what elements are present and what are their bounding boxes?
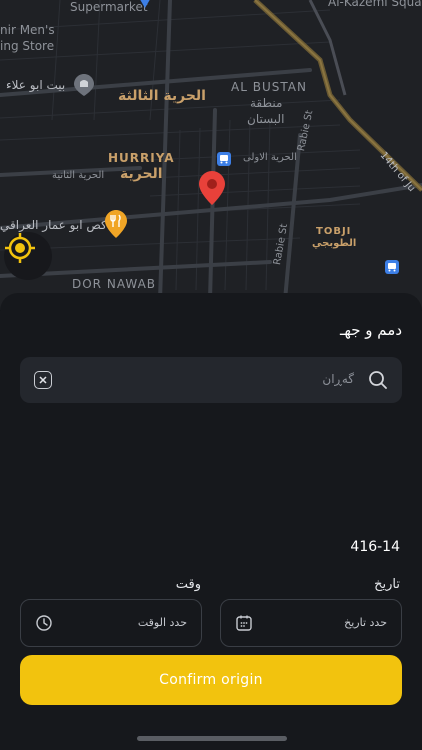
sheet-title: دمم و جهـ (339, 321, 402, 339)
bottom-sheet: دمم و جهـ گەڕان 416-14 تاريخ وقت حدد تار… (0, 293, 422, 750)
map-label-tobji-en: TOBJI (316, 226, 352, 237)
search-input[interactable]: گەڕان (20, 357, 402, 403)
current-location-button[interactable] (4, 232, 52, 280)
plate-number: 416-14 (350, 539, 400, 555)
map-view[interactable]: Supermarket nir Men's ing Store Al-Kazem… (0, 0, 422, 310)
fork-knife-icon (105, 210, 127, 238)
crosshair-location-icon (5, 233, 35, 263)
clear-icon[interactable] (34, 371, 52, 389)
shop-marker-icon (140, 0, 150, 8)
bus-stop-icon (385, 260, 399, 274)
calendar-icon (235, 614, 253, 636)
map-roads (0, 0, 422, 302)
map-pin-icon[interactable] (199, 171, 225, 205)
bus-stop-icon (217, 152, 231, 166)
map-label-hurriya-first: الحرية الاولى (243, 152, 297, 163)
map-label-hurriya-second: الحرية الثانية (52, 170, 105, 181)
confirm-origin-button[interactable]: Confirm origin (20, 655, 402, 705)
map-label-mens-store-2: ing Store (0, 39, 55, 53)
map-label-hurriya-ar: الحرية (120, 166, 163, 182)
home-indicator (137, 736, 287, 741)
search-placeholder: گەڕان (322, 372, 354, 386)
map-label-kazemi: Al-Kazemi Squa (328, 0, 422, 9)
time-field[interactable]: حدد الوقت (20, 599, 202, 647)
mosque-icon (74, 74, 94, 96)
clock-icon (35, 614, 53, 636)
date-label: تاريخ (374, 577, 400, 592)
map-label-tobji-ar: الطوبجي (312, 238, 357, 249)
map-label-al-bustan: AL BUSTAN (231, 80, 307, 94)
map-label-abu-alaa: بيت ابو علاء (6, 78, 66, 92)
map-label-supermarket: Supermarket (70, 0, 148, 14)
map-label-bustan-ar-1: منطقة (250, 96, 283, 110)
date-placeholder: حدد تاريخ (344, 616, 387, 629)
time-placeholder: حدد الوقت (137, 616, 187, 629)
map-label-mens-store-1: nir Men's (0, 23, 55, 37)
date-field[interactable]: حدد تاريخ (220, 599, 402, 647)
map-label-abu-ammar: كص ابو عمار العراقي (0, 218, 107, 232)
map-label-hurriya-en: HURRIYA (108, 151, 175, 165)
map-label-dor-nawab: DOR NAWAB (72, 277, 157, 291)
map-label-hurriya-third: الحرية الثالثة (118, 88, 206, 104)
time-label: وقت (175, 577, 201, 592)
search-icon (368, 370, 388, 394)
map-label-bustan-ar-2: البستان (247, 112, 285, 126)
